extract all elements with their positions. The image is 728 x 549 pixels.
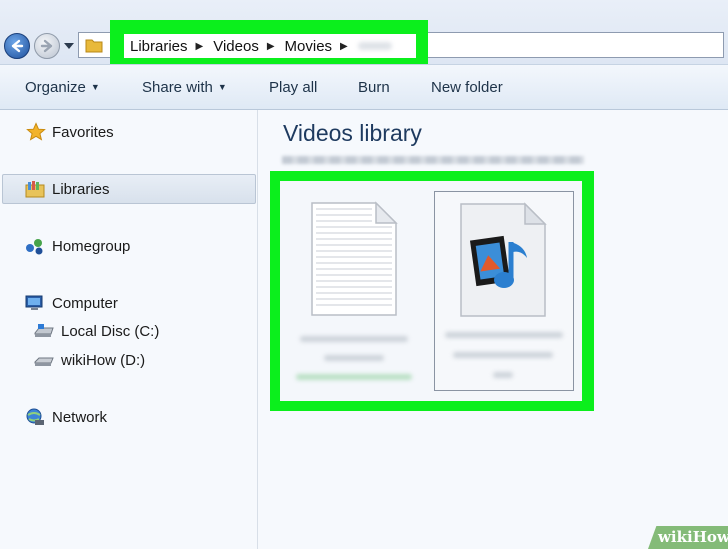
back-button[interactable] (4, 33, 30, 59)
breadcrumb-movies[interactable]: Movies (279, 38, 337, 55)
sidebar-item-libraries[interactable]: Libraries (24, 179, 110, 199)
new-folder-button[interactable]: New folder (431, 79, 503, 96)
removable-drive-icon (34, 357, 54, 366)
watermark-wiki: wiki (658, 528, 693, 546)
sidebar-item-label: Network (52, 408, 108, 426)
play-all-label: Play all (269, 79, 318, 96)
share-with-button[interactable]: Share with ▼ (142, 79, 227, 96)
sidebar-item-label: Local Disc (C:) (61, 322, 160, 340)
wikihow-watermark: wikiHow (658, 528, 728, 546)
command-toolbar: Organize ▼ Share with ▼ Play all Burn New … (0, 64, 728, 110)
sidebar-item-homegroup[interactable]: Homegroup (24, 236, 130, 256)
star-icon (26, 122, 46, 141)
organize-label: Organize (25, 79, 86, 96)
breadcrumb-libraries[interactable]: Libraries (124, 38, 192, 55)
watermark-how: How (692, 528, 728, 546)
breadcrumb-separator[interactable]: ▶ (192, 41, 208, 52)
sidebar-item-favorites[interactable]: Favorites (26, 122, 114, 142)
breadcrumb: Libraries ▶ Videos ▶ Movies ▶ (124, 34, 416, 58)
breadcrumb-videos[interactable]: Videos (207, 38, 263, 55)
library-subtitle-blurred (282, 156, 584, 164)
file-name-blurred (324, 355, 384, 361)
page-title: Videos library (283, 120, 422, 146)
network-globe-icon (26, 408, 44, 425)
file-name-blurred (493, 372, 513, 378)
share-with-label: Share with (142, 79, 213, 96)
address-bar-area: Libraries ▶ Videos ▶ Movies ▶ (0, 0, 728, 72)
back-arrow-icon (11, 39, 24, 53)
organize-button[interactable]: Organize ▼ (25, 79, 100, 96)
recent-pages-dropdown-icon[interactable] (64, 43, 74, 50)
forward-arrow-icon (40, 39, 53, 53)
file-item-selected[interactable] (434, 191, 574, 391)
breadcrumb-blurred-segment (357, 42, 392, 50)
content-pane: Videos library (258, 110, 728, 549)
sidebar-item-label: Libraries (52, 180, 110, 198)
sidebar-item-computer[interactable]: Computer (24, 293, 118, 313)
breadcrumb-separator[interactable]: ▶ (263, 41, 279, 52)
sidebar-item-label: Computer (52, 294, 118, 312)
navigation-pane: Favorites Libraries Homegroup Computer L… (0, 110, 258, 549)
media-file-icon (460, 202, 547, 317)
sidebar-item-label: wikiHow (D:) (61, 351, 146, 369)
chevron-down-icon: ▼ (217, 82, 227, 92)
file-item[interactable] (284, 191, 424, 391)
new-folder-label: New folder (431, 79, 503, 96)
file-name-blurred (300, 336, 408, 342)
sidebar-item-label: Homegroup (52, 237, 131, 255)
burn-button[interactable]: Burn (358, 79, 390, 96)
text-document-icon (311, 201, 398, 316)
sidebar-item-local-disc[interactable]: Local Disc (C:) (33, 321, 159, 341)
file-name-blurred (445, 332, 563, 338)
file-name-blurred (453, 352, 553, 358)
library-folder-icon (85, 39, 103, 53)
sidebar-item-label: Favorites (52, 123, 114, 141)
chevron-down-icon: ▼ (90, 82, 100, 92)
file-name-blurred (296, 374, 412, 380)
sidebar-item-wikihow-drive[interactable]: wikiHow (D:) (33, 350, 145, 370)
sidebar-item-network[interactable]: Network (24, 407, 107, 427)
play-all-button[interactable]: Play all (269, 79, 317, 96)
burn-label: Burn (358, 79, 390, 96)
libraries-icon (25, 181, 45, 198)
computer-icon (25, 295, 43, 310)
homegroup-icon (26, 239, 43, 255)
breadcrumb-separator[interactable]: ▶ (336, 41, 352, 52)
local-disk-icon (34, 324, 54, 337)
file-list (280, 181, 582, 401)
forward-button[interactable] (34, 33, 60, 59)
